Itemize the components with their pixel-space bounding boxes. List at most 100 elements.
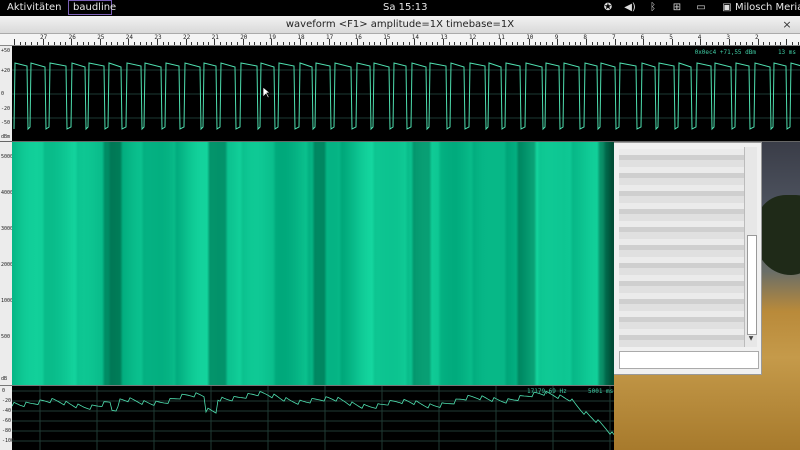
activities-button[interactable]: Aktivitäten <box>7 2 62 14</box>
ruler-tick <box>528 39 530 45</box>
ruler-tick <box>563 42 565 45</box>
scrollbar-thumb[interactable] <box>747 235 757 335</box>
ruler-tick <box>362 42 364 45</box>
scrollbar[interactable]: ▼ <box>744 147 757 347</box>
volume-icon[interactable]: ◀) <box>624 1 636 14</box>
text-field[interactable] <box>619 351 759 369</box>
axis-label: +20 <box>1 68 11 74</box>
axis-label: 500 <box>1 334 11 340</box>
ruler-tick <box>82 42 84 45</box>
ruler-tick <box>580 42 582 45</box>
ruler-tick <box>317 42 319 45</box>
ruler-tick <box>723 42 725 45</box>
ruler-tick <box>277 42 279 45</box>
ruler-tick <box>746 42 748 45</box>
clock[interactable]: Sa 15:13 <box>383 2 427 14</box>
spectrogram-panel[interactable] <box>12 142 614 385</box>
ruler-tick <box>568 42 570 45</box>
ruler-tick <box>168 42 170 45</box>
ruler-tick <box>219 42 221 45</box>
ruler-tick <box>271 39 273 45</box>
ruler-tick <box>139 42 141 45</box>
axis-label: -60 <box>2 418 12 424</box>
app-menu-label[interactable]: baudline <box>73 2 116 14</box>
ruler-tick <box>545 42 547 45</box>
ruler-tick <box>111 42 113 45</box>
ruler-tick <box>99 39 101 45</box>
ruler-label: 14 <box>411 34 420 41</box>
ruler-tick <box>357 39 359 45</box>
ruler-tick <box>334 42 336 45</box>
ruler-tick <box>145 42 147 45</box>
ruler-tick <box>740 42 742 45</box>
ruler-label: 27 <box>40 34 48 41</box>
ruler-tick <box>494 42 496 45</box>
ruler-tick <box>637 42 639 45</box>
ruler-tick <box>19 42 21 45</box>
ruler-tick <box>237 42 239 45</box>
window-titlebar[interactable]: waveform <F1> amplitude=1X timebase=1X × <box>0 16 800 34</box>
ruler-tick <box>36 42 38 45</box>
ruler-tick <box>134 42 136 45</box>
scroll-down-icon[interactable]: ▼ <box>747 335 755 343</box>
ruler-label: 15 <box>383 34 391 41</box>
ruler-tick <box>265 42 267 45</box>
ruler-tick <box>586 39 587 45</box>
ruler-tick <box>116 42 118 45</box>
ruler-label: 20 <box>240 34 248 41</box>
ruler-tick <box>14 39 15 45</box>
ruler-tick <box>214 39 216 45</box>
spectrogram-axis: 5000 4000 3000 2000 1000 500 dB <box>0 142 13 385</box>
ruler-tick <box>734 42 736 45</box>
ruler-label: 23 <box>154 34 162 41</box>
accessibility-icon[interactable]: ✪ <box>602 1 614 14</box>
waveform-panel[interactable]: +50 +20 0 -20 -50 dBm 0x0ec4 +71,55 dBm … <box>0 46 800 142</box>
bluetooth-icon[interactable]: ᛒ <box>647 1 659 14</box>
ruler-tick <box>105 42 107 45</box>
ruler-tick <box>648 42 650 45</box>
ruler-tick <box>88 42 90 45</box>
ruler-tick <box>294 42 296 45</box>
ruler-tick <box>620 42 622 45</box>
ruler-label: 10 <box>526 34 534 41</box>
ruler-tick <box>551 42 553 45</box>
ruler-tick <box>751 42 753 45</box>
ruler-tick <box>608 42 610 45</box>
ruler-tick <box>368 42 370 45</box>
user-icon[interactable]: ▣ <box>721 1 733 14</box>
axis-label: dB <box>1 376 8 382</box>
ruler-tick <box>769 42 771 45</box>
background-window[interactable]: ▼ <box>612 142 762 375</box>
ruler-tick <box>225 42 227 45</box>
ruler-tick <box>791 42 793 45</box>
mouse-cursor-icon <box>263 87 271 99</box>
ruler-tick <box>431 42 433 45</box>
ruler-tick <box>488 42 490 45</box>
user-menu[interactable]: Milosch Meriac <box>735 2 800 14</box>
ruler-tick <box>780 42 782 45</box>
ruler-label: 12 <box>469 34 477 41</box>
ruler-tick <box>300 39 301 45</box>
power-icon[interactable]: ▭ <box>695 1 707 14</box>
ruler-tick <box>774 42 776 45</box>
network-icon[interactable]: ⊞ <box>671 1 683 14</box>
spectrum-frequency: 17179,69 Hz <box>527 388 567 395</box>
ruler-tick <box>197 42 199 45</box>
spectrum-panel[interactable]: 0 -20 -40 -60 -80 -100 17179,69 Hz 5001 … <box>0 385 614 450</box>
close-icon[interactable]: × <box>781 19 793 31</box>
ruler-tick <box>786 39 788 45</box>
ruler-label: 11 <box>497 34 505 41</box>
ruler-tick <box>25 42 27 45</box>
axis-label: 0 <box>2 388 6 394</box>
ruler-tick <box>694 42 696 45</box>
top-bar: Aktivitäten baudline Sa 15:13 ✪ ◀) ᛒ ⊞ ▭… <box>0 0 800 16</box>
ruler-tick <box>48 42 50 45</box>
ruler-tick <box>660 42 662 45</box>
ruler-tick <box>711 42 713 45</box>
ruler-tick <box>157 39 158 45</box>
ruler-tick <box>603 42 605 45</box>
ruler-tick <box>700 39 702 45</box>
ruler-tick <box>59 42 61 45</box>
ruler-tick <box>591 42 593 45</box>
ruler-tick <box>643 39 645 45</box>
